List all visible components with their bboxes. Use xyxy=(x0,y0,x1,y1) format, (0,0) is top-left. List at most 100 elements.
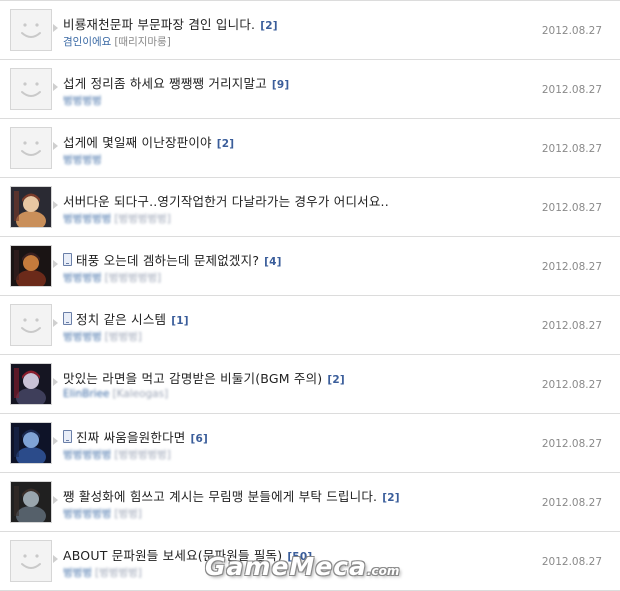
post-title-line: 비룡재천문파 부문파장 겸인 입니다. [2] xyxy=(63,14,278,33)
post-author-meta: 벙벙벙 [벙벙벙벙] xyxy=(63,565,142,580)
user-avatar[interactable] xyxy=(10,245,52,287)
user-avatar[interactable] xyxy=(10,481,52,523)
author-guild: [Kaleogas] xyxy=(112,388,169,400)
watermark-text: GameMeca xyxy=(205,552,367,581)
comment-count[interactable]: [1] xyxy=(171,315,189,327)
post-title-line: 태풍 오는데 겜하는데 문제없겠지? [4] xyxy=(63,250,282,269)
post-author-meta: 겸인이에요 [때리지마룽] xyxy=(63,34,171,49)
default-avatar-smiley-icon[interactable] xyxy=(10,9,52,51)
author-guild: [벙벙벙벙벙] xyxy=(104,272,162,284)
comment-count[interactable]: [6] xyxy=(190,433,208,445)
post-title-line: 맛있는 라면을 먹고 감명받은 비둘기(BGM 주의) [2] xyxy=(63,368,345,387)
post-title-link[interactable]: 서버다운 되다구..영기작업한거 다날라가는 경우가 어디서요.. xyxy=(63,194,389,209)
post-title-link[interactable]: 섭게 정리좀 하세요 쨍쨍쨍 거리지말고 xyxy=(63,76,267,91)
gamemeca-watermark: GameMeca.com xyxy=(205,552,399,582)
post-row[interactable]: 섭게 정리좀 하세요 쨍쨍쨍 거리지말고 [9] 벙벙벙벙 2012.08.27 xyxy=(0,60,620,119)
post-date: 2012.08.27 xyxy=(541,25,602,37)
post-title-line: 섭게 정리좀 하세요 쨍쨍쨍 거리지말고 [9] xyxy=(63,73,289,92)
comment-count[interactable]: [2] xyxy=(260,20,278,32)
author-guild: [벙벙벙벙벙] xyxy=(114,213,171,225)
default-avatar-smiley-icon[interactable] xyxy=(10,68,52,110)
post-date: 2012.08.27 xyxy=(541,556,602,568)
post-author-meta: 벙벙벙벙벙 [벙벙벙벙벙] xyxy=(63,211,171,226)
comment-count[interactable]: [2] xyxy=(382,492,400,504)
post-row[interactable]: 쨍 활성화에 힘쓰고 계시는 무림맹 분들에게 부탁 드립니다. [2] 벙벙벙벙벙… xyxy=(0,473,620,532)
speech-pointer-icon xyxy=(53,201,58,209)
post-title-line: 쨍 활성화에 힘쓰고 계시는 무림맹 분들에게 부탁 드립니다. [2] xyxy=(63,486,400,505)
post-title-link[interactable]: 진짜 싸움을원한다면 xyxy=(76,430,185,445)
post-author-meta: 벙벙벙벙벙 [벙벙] xyxy=(63,506,142,521)
speech-pointer-icon xyxy=(53,319,58,327)
speech-pointer-icon xyxy=(53,142,58,150)
author-nickname[interactable]: 벙벙벙벙 xyxy=(63,95,102,107)
speech-pointer-icon xyxy=(53,378,58,386)
post-date: 2012.08.27 xyxy=(541,438,602,450)
post-author-meta: 벙벙벙벙 xyxy=(63,152,102,167)
speech-pointer-icon xyxy=(53,24,58,32)
mobile-phone-icon xyxy=(63,430,72,443)
author-nickname[interactable]: 벙벙벙벙벙 xyxy=(63,213,111,225)
post-title-link[interactable]: 비룡재천문파 부문파장 겸인 입니다. xyxy=(63,17,255,32)
post-title-line: 서버다운 되다구..영기작업한거 다날라가는 경우가 어디서요.. xyxy=(63,191,389,210)
post-author-meta: 벙벙벙벙 [벙벙벙] xyxy=(63,329,142,344)
comment-count[interactable]: [2] xyxy=(327,374,345,386)
author-nickname[interactable]: 겸인이에요 xyxy=(63,36,111,48)
author-nickname[interactable]: 벙벙벙벙 xyxy=(63,154,102,166)
post-title-link[interactable]: 맛있는 라면을 먹고 감명받은 비둘기(BGM 주의) xyxy=(63,371,322,386)
comment-count[interactable]: [2] xyxy=(217,138,235,150)
post-title-link[interactable]: 태풍 오는데 겜하는데 문제없겠지? xyxy=(76,253,259,268)
author-nickname[interactable]: 벙벙벙벙벙 xyxy=(63,449,111,461)
author-guild: [벙벙벙] xyxy=(104,331,142,343)
post-date: 2012.08.27 xyxy=(541,497,602,509)
post-row[interactable]: 비룡재천문파 부문파장 겸인 입니다. [2] 겸인이에요 [때리지마룽] 2012.0… xyxy=(0,0,620,60)
post-author-meta: 벙벙벙벙벙 [벙벙벙벙벙] xyxy=(63,447,171,462)
post-author-meta: 벙벙벙벙 [벙벙벙벙벙] xyxy=(63,270,161,285)
post-row[interactable]: 서버다운 되다구..영기작업한거 다날라가는 경우가 어디서요.. 벙벙벙벙벙 [벙… xyxy=(0,178,620,237)
post-author-meta: ElinBriee [Kaleogas] xyxy=(63,388,168,400)
post-date: 2012.08.27 xyxy=(541,143,602,155)
mobile-phone-icon xyxy=(63,312,72,325)
user-avatar[interactable] xyxy=(10,363,52,405)
speech-pointer-icon xyxy=(53,260,58,268)
default-avatar-smiley-icon[interactable] xyxy=(10,127,52,169)
mobile-phone-icon xyxy=(63,253,72,266)
post-title-line: 섭게에 몇일째 이난장판이야 [2] xyxy=(63,132,234,151)
comment-count[interactable]: [9] xyxy=(272,79,290,91)
post-row[interactable]: 맛있는 라면을 먹고 감명받은 비둘기(BGM 주의) [2] ElinBriee[… xyxy=(0,355,620,414)
post-list: 비룡재천문파 부문파장 겸인 입니다. [2] 겸인이에요 [때리지마룽] 2012.0… xyxy=(0,0,620,591)
post-date: 2012.08.27 xyxy=(541,202,602,214)
post-title-line: 진짜 싸움을원한다면 [6] xyxy=(63,427,208,446)
speech-pointer-icon xyxy=(53,496,58,504)
author-nickname[interactable]: 벙벙벙벙 xyxy=(63,272,102,284)
post-date: 2012.08.27 xyxy=(541,84,602,96)
post-row[interactable]: 진짜 싸움을원한다면 [6] 벙벙벙벙벙 [벙벙벙벙벙] 2012.08.27 xyxy=(0,414,620,473)
author-guild: [때리지마룽] xyxy=(114,36,171,48)
author-nickname[interactable]: ElinBriee xyxy=(63,388,109,400)
post-date: 2012.08.27 xyxy=(541,320,602,332)
author-guild: [벙벙벙벙] xyxy=(94,567,142,579)
watermark-suffix: .com xyxy=(366,564,400,578)
post-title-link[interactable]: 쨍 활성화에 힘쓰고 계시는 무림맹 분들에게 부탁 드립니다. xyxy=(63,489,377,504)
post-row[interactable]: 정치 같은 시스템 [1] 벙벙벙벙 [벙벙벙] 2012.08.27 xyxy=(0,296,620,355)
speech-pointer-icon xyxy=(53,437,58,445)
post-date: 2012.08.27 xyxy=(541,261,602,273)
post-date: 2012.08.27 xyxy=(541,379,602,391)
post-row[interactable]: 태풍 오는데 겜하는데 문제없겠지? [4] 벙벙벙벙 [벙벙벙벙벙] 2012.08.… xyxy=(0,237,620,296)
author-nickname[interactable]: 벙벙벙벙 xyxy=(63,331,102,343)
post-title-line: 정치 같은 시스템 [1] xyxy=(63,309,189,328)
author-guild: [벙벙] xyxy=(114,508,142,520)
default-avatar-smiley-icon[interactable] xyxy=(10,304,52,346)
user-avatar[interactable] xyxy=(10,186,52,228)
author-nickname[interactable]: 벙벙벙벙벙 xyxy=(63,508,111,520)
author-nickname[interactable]: 벙벙벙 xyxy=(63,567,92,579)
post-author-meta: 벙벙벙벙 xyxy=(63,93,102,108)
default-avatar-smiley-icon[interactable] xyxy=(10,540,52,582)
speech-pointer-icon xyxy=(53,83,58,91)
user-avatar[interactable] xyxy=(10,422,52,464)
post-title-link[interactable]: 정치 같은 시스템 xyxy=(76,312,166,327)
author-guild: [벙벙벙벙벙] xyxy=(114,449,171,461)
post-row[interactable]: 섭게에 몇일째 이난장판이야 [2] 벙벙벙벙 2012.08.27 xyxy=(0,119,620,178)
post-title-link[interactable]: 섭게에 몇일째 이난장판이야 xyxy=(63,135,212,150)
speech-pointer-icon xyxy=(53,555,58,563)
comment-count[interactable]: [4] xyxy=(264,256,282,268)
